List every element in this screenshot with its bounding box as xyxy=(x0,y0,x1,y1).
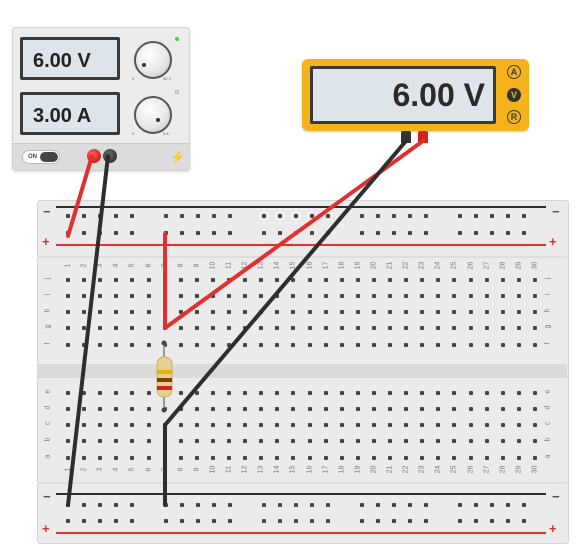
resistor-body xyxy=(156,356,173,398)
black-probe-lead[interactable] xyxy=(163,139,408,427)
black-wire-psu-to-rail[interactable] xyxy=(66,154,110,507)
resistor-band-3 xyxy=(157,386,172,390)
circuit-canvas[interactable]: 6.00 V 0 30 V 3.00 A 0 5 A ON ⚡ 6.00 V A… xyxy=(0,0,580,558)
red-wire-psu-to-rail[interactable] xyxy=(66,154,94,238)
resistor-lead-tip-top xyxy=(161,340,167,346)
resistor[interactable] xyxy=(156,340,173,413)
resistor-band-2 xyxy=(157,378,172,382)
resistor-band-1 xyxy=(157,370,172,374)
wires-layer xyxy=(66,139,425,507)
resistor-lead-tip-bottom xyxy=(161,407,167,413)
